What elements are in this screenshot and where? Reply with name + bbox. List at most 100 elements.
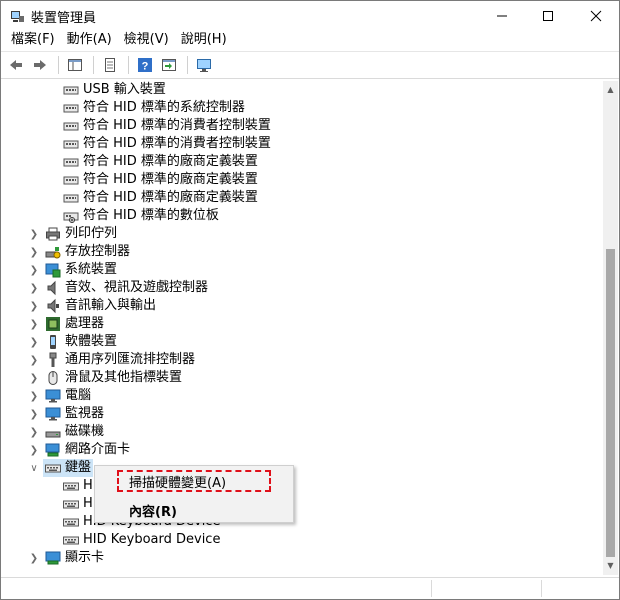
hid-device-icon (63, 140, 79, 149)
category-label: 磁碟機 (65, 424, 105, 439)
vertical-scrollbar[interactable]: ▲ ▼ (603, 81, 618, 575)
status-divider (541, 580, 542, 597)
properties-menu-item[interactable]: 內容(R) (129, 501, 177, 520)
chevron-right-icon[interactable]: ❯ (29, 549, 39, 567)
action-pane-icon (162, 59, 176, 71)
chevron-right-icon[interactable]: ❯ (29, 315, 39, 333)
scroll-up-icon[interactable]: ▲ (606, 85, 615, 94)
list-item[interactable]: 符合 HID 標準的數位板 (63, 207, 219, 225)
tree-category-display-adapters[interactable]: ❯ 顯示卡 (29, 549, 104, 567)
chevron-right-icon[interactable]: ❯ (29, 243, 39, 261)
context-menu: 掃描硬體變更(A) 內容(R) (94, 465, 294, 523)
device-label: 符合 HID 標準的廠商定義裝置 (83, 190, 258, 205)
show-hide-console-tree-button[interactable] (64, 54, 86, 76)
keyboard-icon (45, 464, 61, 473)
list-item[interactable]: H (63, 477, 93, 495)
close-icon (590, 10, 602, 22)
show-action-pane-button[interactable] (158, 54, 180, 76)
category-label: 處理器 (65, 316, 105, 331)
chevron-right-icon[interactable]: ❯ (29, 423, 39, 441)
tree-category-audio-io[interactable]: ❯ 音訊輸入與輸出 (29, 297, 156, 315)
device-label: 符合 HID 標準的消費者控制裝置 (83, 118, 271, 133)
scan-hardware-button[interactable] (193, 54, 215, 76)
category-label: 監視器 (65, 406, 105, 421)
keyboards-selected: 鍵盤 (43, 459, 94, 477)
scan-hardware-changes-menu-item[interactable]: 掃描硬體變更(A) (129, 472, 226, 491)
maximize-icon (543, 11, 553, 21)
device-manager-window: 裝置管理員 檔案(F) 動作(A) 檢視(V) 說明(H) ? USB 輸入裝置… (0, 0, 620, 600)
category-label: 列印佇列 (65, 226, 118, 241)
chevron-right-icon[interactable]: ❯ (29, 333, 39, 351)
tree-category-software-devices[interactable]: ❯ 軟體裝置 (29, 333, 117, 351)
menu-file[interactable]: 檔案(F) (5, 30, 61, 50)
back-button[interactable] (5, 54, 27, 76)
category-label: 鍵盤 (65, 460, 92, 475)
chevron-right-icon[interactable]: ❯ (29, 387, 39, 405)
speaker-icon (47, 280, 56, 296)
tree-category-network-adapters[interactable]: ❯ 網路介面卡 (29, 441, 130, 459)
close-button[interactable] (573, 1, 619, 31)
menu-bar: 檔案(F) 動作(A) 檢視(V) 說明(H) (1, 29, 619, 51)
tree-category-print-queues[interactable]: ❯ 列印佇列 (29, 225, 117, 243)
monitor-icon (45, 407, 61, 421)
device-tree: USB 輸入裝置 符合 HID 標準的系統控制器 符合 HID 標準的消費者控制… (3, 81, 603, 575)
device-label: 符合 HID 標準的系統控制器 (83, 100, 245, 115)
list-item[interactable]: 符合 HID 標準的廠商定義裝置 (63, 153, 258, 171)
hid-device-icon (63, 194, 79, 203)
list-item[interactable]: USB 輸入裝置 (63, 81, 166, 99)
list-item[interactable]: HID Keyboard Device (63, 531, 220, 549)
category-label: 通用序列匯流排控制器 (65, 352, 196, 367)
tree-category-usb-controllers[interactable]: ❯ 通用序列匯流排控制器 (29, 351, 195, 369)
hid-device-icon (63, 104, 79, 113)
chevron-right-icon[interactable]: ❯ (29, 369, 39, 387)
tree-category-storage-controllers[interactable]: ❯ 存放控制器 (29, 243, 130, 261)
chevron-right-icon[interactable]: ❯ (29, 225, 39, 243)
tree-category-mice[interactable]: ❯ 滑鼠及其他指標裝置 (29, 369, 182, 387)
minimize-icon (497, 15, 507, 17)
display-adapter-icon (45, 551, 61, 565)
mouse-icon (48, 371, 58, 385)
chevron-right-icon[interactable]: ❯ (29, 405, 39, 423)
chevron-down-icon[interactable]: ∨ (29, 459, 39, 477)
maximize-button[interactable] (525, 1, 571, 31)
toolbar-separator (58, 56, 59, 74)
menu-action[interactable]: 動作(A) (61, 30, 118, 50)
help-icon: ? (138, 58, 152, 73)
chevron-right-icon[interactable]: ❯ (29, 297, 39, 315)
device-manager-app-icon (11, 11, 24, 22)
chevron-right-icon[interactable]: ❯ (29, 279, 39, 297)
list-item[interactable]: 符合 HID 標準的廠商定義裝置 (63, 171, 258, 189)
scroll-down-icon[interactable]: ▼ (606, 561, 615, 570)
help-button[interactable]: ? (134, 54, 156, 76)
category-label: 音效、視訊及遊戲控制器 (65, 280, 209, 295)
properties-button[interactable] (99, 54, 121, 76)
tree-category-disk-drives[interactable]: ❯ 磁碟機 (29, 423, 104, 441)
list-item[interactable]: 符合 HID 標準的消費者控制裝置 (63, 135, 271, 153)
forward-button[interactable] (29, 54, 51, 76)
list-item[interactable]: 符合 HID 標準的系統控制器 (63, 99, 245, 117)
arrow-left-icon (10, 60, 22, 70)
menu-help[interactable]: 說明(H) (175, 30, 233, 50)
category-label: 顯示卡 (65, 550, 105, 565)
minimize-button[interactable] (479, 1, 525, 31)
device-label: H (83, 478, 93, 493)
chevron-right-icon[interactable]: ❯ (29, 351, 39, 369)
hid-device-icon (63, 158, 79, 167)
tree-category-computer[interactable]: ❯ 電腦 (29, 387, 91, 405)
list-item[interactable]: 符合 HID 標準的消費者控制裝置 (63, 117, 271, 135)
chevron-right-icon[interactable]: ❯ (29, 261, 39, 279)
list-item[interactable]: 符合 HID 標準的廠商定義裝置 (63, 189, 258, 207)
title-bar: 裝置管理員 (1, 1, 619, 31)
monitor-scan-icon (197, 59, 211, 72)
menu-view[interactable]: 檢視(V) (118, 30, 175, 50)
device-label: 符合 HID 標準的數位板 (83, 208, 219, 223)
tree-category-processors[interactable]: ❯ 處理器 (29, 315, 104, 333)
tree-category-system-devices[interactable]: ❯ 系統裝置 (29, 261, 117, 279)
list-item[interactable]: H (63, 495, 93, 513)
chevron-right-icon[interactable]: ❯ (29, 441, 39, 459)
tree-category-sound-video-game[interactable]: ❯ 音效、視訊及遊戲控制器 (29, 279, 208, 297)
tree-category-monitors[interactable]: ❯ 監視器 (29, 405, 104, 423)
toolbar-separator (128, 56, 129, 74)
scrollbar-thumb[interactable] (606, 249, 615, 557)
tree-category-keyboards[interactable]: ∨ 鍵盤 (29, 459, 94, 477)
